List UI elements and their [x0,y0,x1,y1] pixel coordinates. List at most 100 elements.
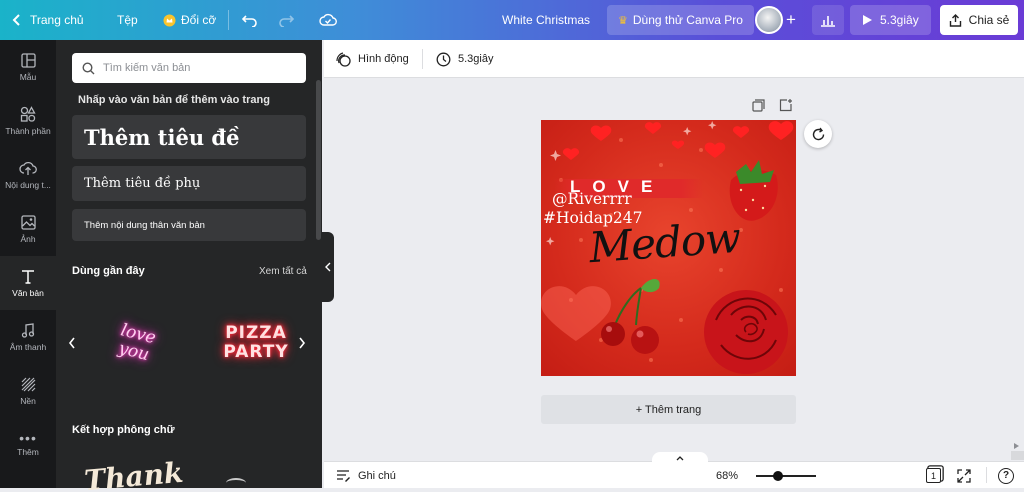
share-icon [949,13,961,27]
rail-item-label: Nội dung t... [5,179,51,190]
rail-item-more[interactable]: ••• Thêm [0,418,56,472]
rail-item-label: Thành phần [5,126,51,136]
hearts [562,121,794,160]
fullscreen-button[interactable] [957,462,971,489]
redo-button[interactable] [278,0,294,40]
crown-icon [163,14,176,26]
add-heading-button[interactable]: Thêm tiêu đề [72,115,306,159]
canvas-scroll-right[interactable] [1014,436,1019,449]
chevron-left-icon [68,337,75,349]
document-title[interactable]: White Christmas [502,0,590,40]
resize-label: Đổi cỡ [181,13,217,27]
rose [704,290,788,374]
refresh-design-button[interactable] [804,120,832,148]
cloud-save-status[interactable] [319,0,337,40]
rail-item-uploads[interactable]: Nội dung t... [0,148,56,202]
panel-hint: Nhấp vào văn bản để thêm vào trang [78,94,270,106]
font-combos-title: Kết hợp phông chữ [72,424,175,436]
rail-item-photos[interactable]: Ảnh [0,202,56,256]
font-combo-preview[interactable]: Thank [83,456,184,492]
cloud-upload-icon [19,161,37,175]
duplicate-page-button[interactable] [752,99,765,117]
add-body-text-button[interactable]: Thêm nội dung thân văn bản [72,209,306,241]
page-panel-toggle[interactable] [652,452,708,464]
add-page-icon [779,99,792,112]
canva-pro-label: Dùng thử Canva Pro [632,13,743,27]
image-icon [20,214,36,230]
rail-item-label: Âm thanh [9,341,47,352]
rail-item-label: Thêm [17,447,39,457]
music-note-icon [21,322,35,338]
share-button[interactable]: Chia sẻ [940,5,1018,35]
rail-item-label: Ảnh [20,233,36,244]
font-combo-preview-2[interactable] [226,478,246,488]
play-button[interactable]: 5.3giây [850,5,931,35]
bar-chart-icon [821,16,835,27]
panel-scrollbar[interactable] [316,80,321,240]
duration-label: 5.3giây [458,53,494,65]
elements-icon [20,106,36,122]
plus-icon: + [786,10,796,29]
home-button[interactable]: Trang chủ [12,0,84,40]
animate-icon [336,51,351,67]
undo-button[interactable] [242,0,258,40]
resize-button[interactable]: Đổi cỡ [163,0,216,40]
notes-label: Ghi chú [358,469,396,482]
zoom-slider-thumb[interactable] [772,470,783,481]
recent-item-pizza-party[interactable]: PIZZA PARTY [206,308,306,378]
text-panel: Nhấp vào văn bản để thêm vào trang Thêm … [56,40,322,492]
zoom-percent[interactable]: 68% [716,462,738,489]
chevron-right-icon [299,337,306,349]
page-count-button[interactable]: 1 [926,462,941,489]
chevron-left-icon [12,14,20,26]
add-collaborator-button[interactable]: + [786,0,796,40]
bottom-bar: Ghi chú 68% 1 ? [324,461,1024,488]
rail-item-text[interactable]: Văn bản [0,256,56,310]
rail-item-label: Nền [20,395,36,406]
carousel-next-button[interactable] [298,333,310,353]
zoom-slider[interactable] [756,462,816,489]
expand-icon [957,468,971,483]
recent-item-love-you[interactable]: love you [91,308,181,378]
help-icon: ? [998,467,1014,484]
scroll-right-arrow-icon [1014,443,1019,449]
help-button[interactable]: ? [998,462,1014,489]
insights-button[interactable] [812,5,844,35]
see-all-link[interactable]: Xem tất cả [259,266,307,277]
search-input[interactable] [103,62,293,74]
search-icon [82,61,95,74]
chevron-up-icon [676,455,684,460]
rail-item-audio[interactable]: Âm thanh [0,310,56,364]
rail-item-background[interactable]: Nền [0,364,56,418]
rail-item-elements[interactable]: Thành phần [0,94,56,148]
add-page-button[interactable]: + Thêm trang [541,395,796,424]
text-icon [22,269,34,284]
design-page[interactable]: LOVE @Riverrrr #Hoidap247 Medow [541,120,796,376]
carousel-prev-button[interactable] [68,333,80,353]
try-canva-pro-button[interactable]: ♛ Dùng thử Canva Pro [607,5,754,35]
duration-button[interactable]: 5.3giây [436,40,493,78]
divider [228,10,229,30]
search-box[interactable] [72,53,306,83]
faded-heart [541,286,611,341]
animate-button[interactable]: Hình động [336,40,409,78]
rail-item-templates[interactable]: Mẫu [0,40,56,94]
crown-icon: ♛ [618,14,628,27]
file-menu[interactable]: Tệp [117,0,138,40]
share-label: Chia sẻ [968,13,1010,27]
add-subheading-button[interactable]: Thêm tiêu đề phụ [72,166,306,201]
notes-button[interactable]: Ghi chú [336,462,396,489]
handle-text[interactable]: @Riverrrr [552,190,632,208]
pizza-party-text: PIZZA PARTY [223,323,289,362]
add-page-icon-button[interactable] [779,98,793,117]
clock-icon [436,52,451,66]
duplicate-icon [752,99,765,112]
divider [422,49,423,69]
avatar[interactable] [755,0,783,40]
top-bar: Trang chủ Tệp Đổi cỡ White Christmas ♛ D… [0,0,1024,40]
context-toolbar: Hình động 5.3giây [324,40,1024,78]
recent-section-title: Dùng gần đây [72,265,145,277]
document-title-text: White Christmas [502,13,591,27]
script-title-text[interactable]: Medow [587,213,741,272]
strawberry [729,160,778,221]
